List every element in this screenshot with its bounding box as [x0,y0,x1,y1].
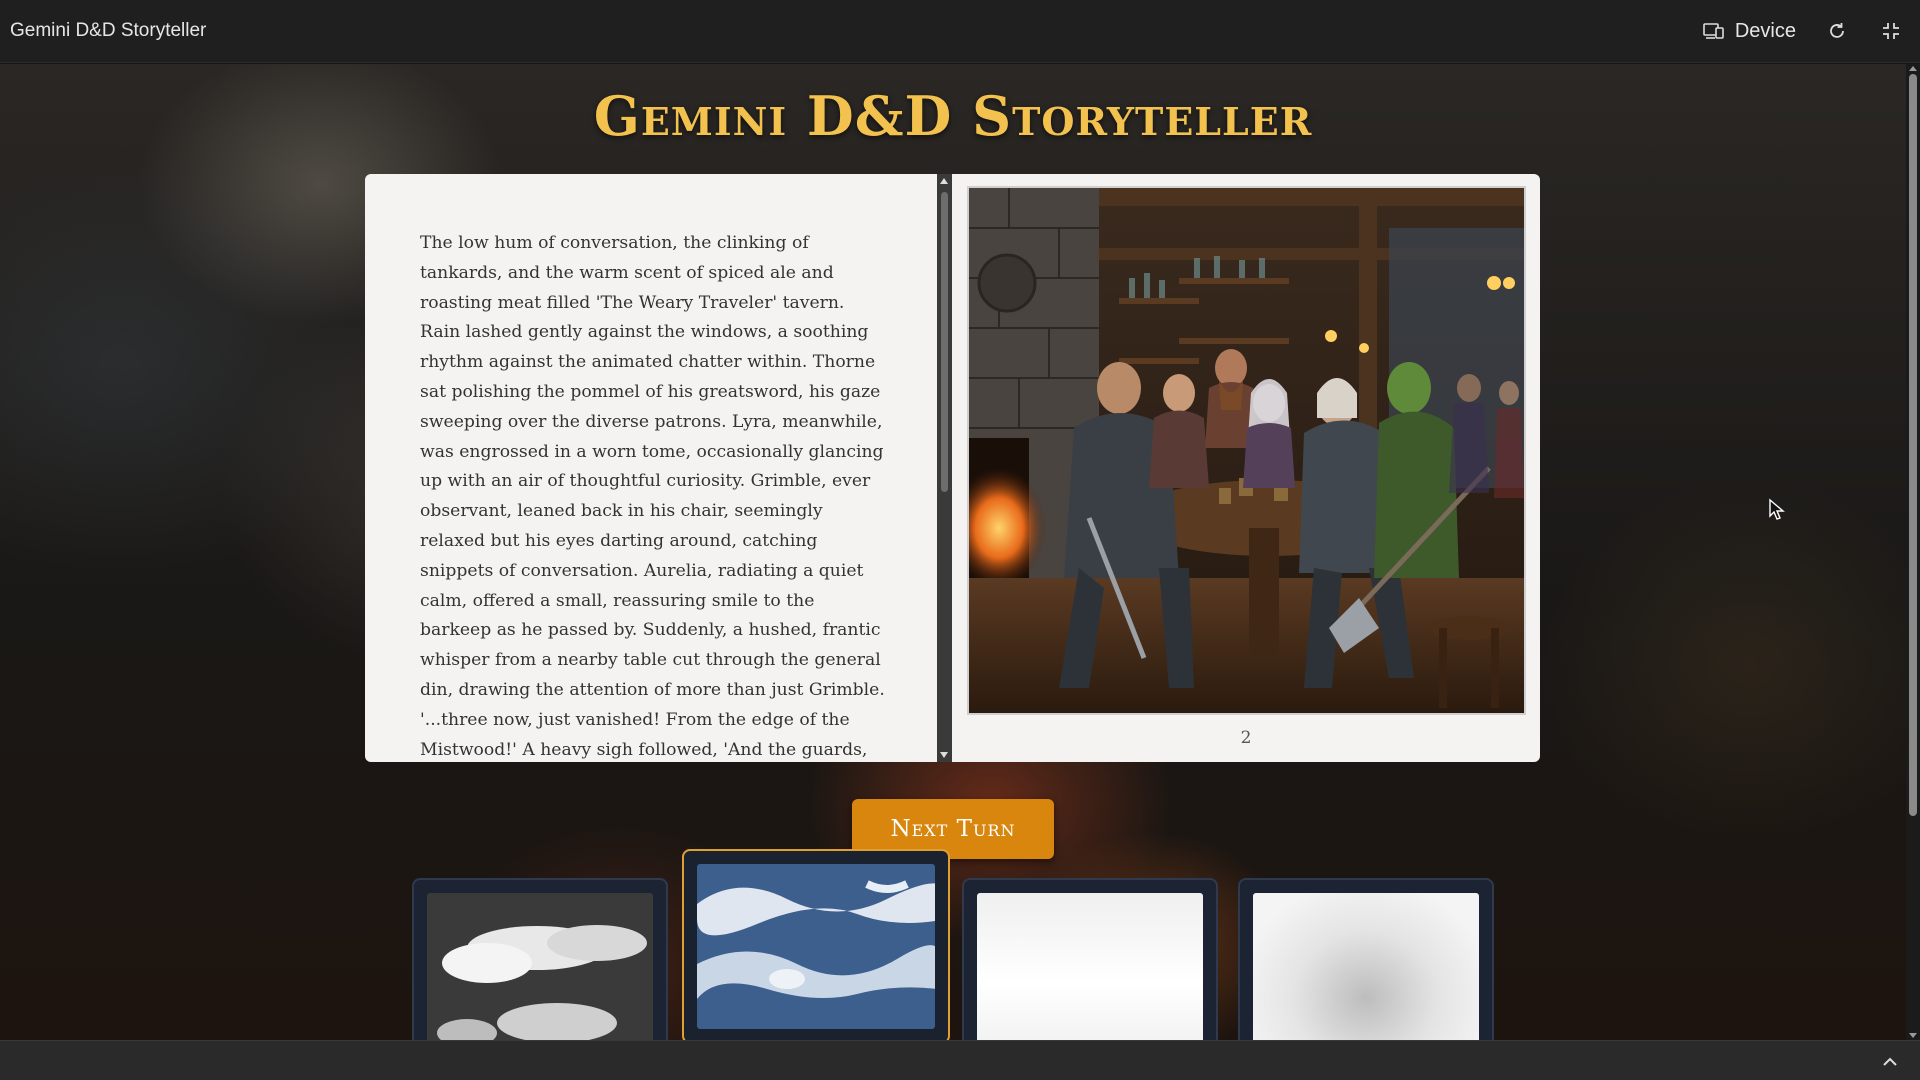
story-panel[interactable]: The low hum of conversation, the clinkin… [365,174,937,762]
story-scroll-thumb[interactable] [941,192,948,492]
top-bar: Gemini D&D Storyteller Device [0,0,1920,63]
app-stage: Gemini D&D Storyteller The low hum of co… [0,64,1906,1040]
card-white-image [977,893,1203,1040]
collapse-icon[interactable] [1878,18,1904,44]
device-label: Device [1734,19,1796,42]
page-scroll-down-icon[interactable] [1909,1033,1917,1038]
scroll-down-arrow-icon[interactable] [940,752,948,758]
card-mist-image [1253,893,1479,1040]
device-icon [1701,18,1727,44]
card-blue-waves-image [697,864,935,1029]
card-clouds[interactable] [412,878,668,1040]
device-button[interactable]: Device [1701,18,1796,44]
page-scrollbar[interactable] [1906,64,1920,1040]
page-scroll-thumb[interactable] [1909,74,1917,816]
image-panel: 2 [952,174,1540,762]
tavern-scene-image [967,186,1526,715]
mouse-cursor-icon [1769,498,1785,520]
topbar-actions: Device [1701,18,1904,44]
scroll-up-arrow-icon[interactable] [940,178,948,184]
refresh-icon[interactable] [1824,18,1850,44]
bottom-bar [0,1040,1920,1080]
page-scroll-up-icon[interactable] [1909,66,1917,71]
card-mist[interactable] [1238,878,1494,1040]
chevron-up-icon[interactable] [1882,1053,1898,1072]
page-number: 2 [1240,728,1252,748]
story-text: The low hum of conversation, the clinkin… [420,233,885,760]
page-title: Gemini D&D Storyteller [593,84,1313,148]
card-clouds-image [427,893,653,1040]
card-blue-waves[interactable] [682,849,950,1040]
app-title: Gemini D&D Storyteller [10,20,207,41]
story-scrollbar[interactable] [937,174,952,762]
card-white[interactable] [962,878,1218,1040]
